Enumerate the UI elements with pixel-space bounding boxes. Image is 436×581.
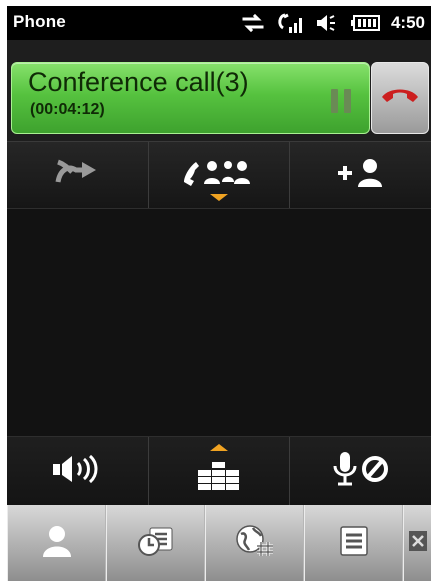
close-icon	[408, 530, 428, 557]
call-content-area	[7, 209, 431, 436]
expand-caret-icon	[210, 194, 228, 201]
transfer-button[interactable]	[7, 142, 149, 208]
data-transfer-icon	[241, 13, 265, 33]
call-history-button[interactable]	[106, 505, 205, 581]
call-actions-toolbar	[7, 142, 431, 209]
menu-button[interactable]	[304, 505, 403, 581]
app-title: Phone	[13, 12, 66, 31]
hang-up-icon	[379, 85, 421, 112]
pause-icon[interactable]	[328, 89, 354, 113]
menu-icon	[339, 525, 368, 561]
conference-participants-icon	[180, 156, 258, 195]
mute-button[interactable]	[290, 437, 431, 506]
add-participant-button[interactable]	[290, 142, 431, 208]
contacts-button[interactable]	[7, 505, 106, 581]
call-timer: (00:04:12)	[30, 101, 105, 118]
close-button[interactable]	[403, 505, 431, 581]
speed-dial-icon	[235, 524, 275, 563]
mute-microphone-icon	[328, 450, 394, 493]
status-bar: Phone 4:50	[7, 6, 431, 40]
speed-dial-button[interactable]	[205, 505, 304, 581]
keypad-button[interactable]	[149, 437, 291, 506]
conference-participants-button[interactable]	[149, 142, 291, 208]
speakerphone-icon	[49, 452, 105, 491]
status-icons: 4:50	[241, 11, 425, 35]
end-call-button[interactable]	[371, 62, 429, 134]
clock: 4:50	[390, 13, 425, 32]
call-controls-toolbar	[7, 436, 431, 506]
call-title: Conference call(3)	[28, 67, 249, 97]
softkey-bar	[7, 505, 431, 581]
battery-icon	[350, 14, 381, 32]
call-header: Conference call(3) (00:04:12)	[7, 40, 431, 142]
keypad-icon	[196, 462, 242, 495]
transfer-icon	[54, 156, 100, 195]
signal-icon	[275, 11, 305, 35]
add-participant-icon	[334, 156, 388, 195]
phone-screen: Phone 4:50 Conference call(3) (00:04:12)	[7, 6, 431, 581]
speakerphone-button[interactable]	[7, 437, 149, 506]
active-call-banner[interactable]: Conference call(3) (00:04:12)	[11, 62, 370, 134]
call-history-icon	[136, 525, 176, 562]
speaker-volume-icon	[315, 13, 341, 33]
contacts-icon	[42, 525, 72, 562]
expand-caret-icon	[210, 444, 228, 451]
